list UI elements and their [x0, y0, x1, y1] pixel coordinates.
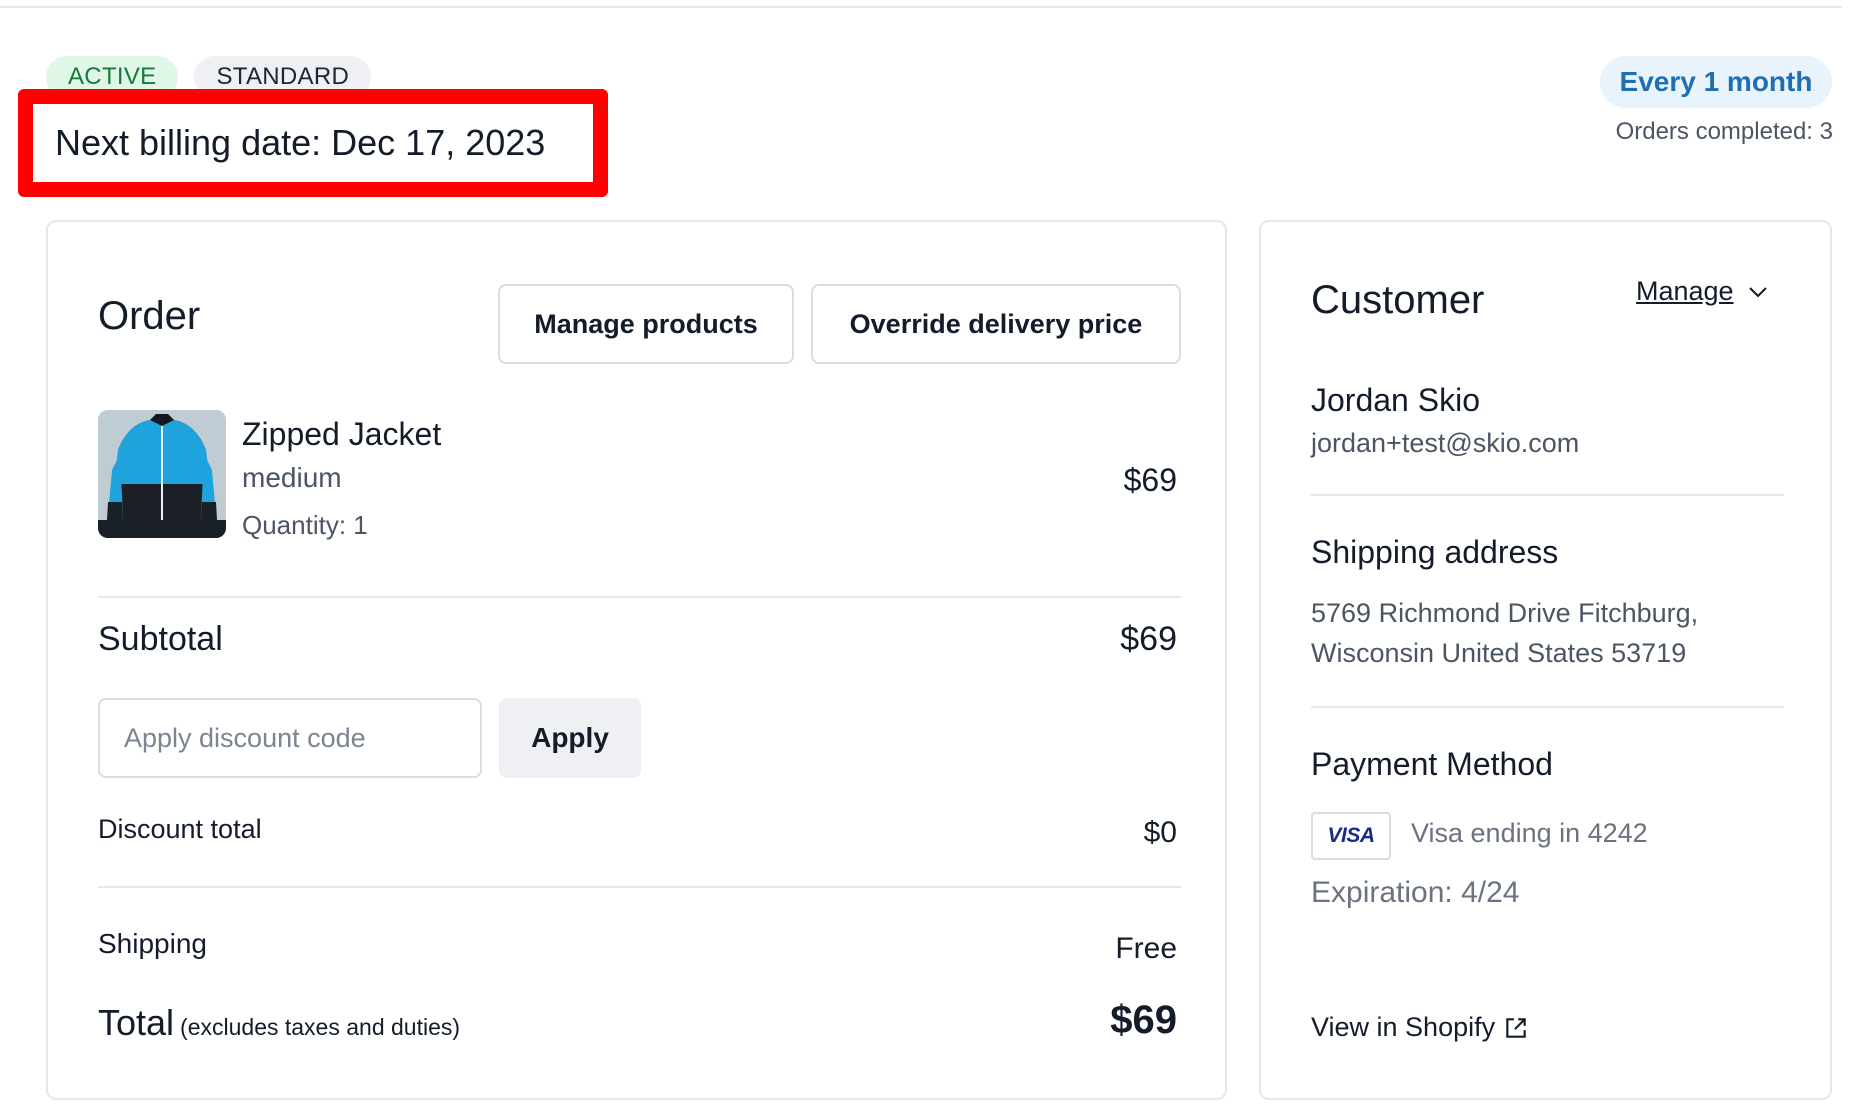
- visa-card-icon: VISA: [1311, 812, 1391, 860]
- customer-email: jordan+test@skio.com: [1311, 428, 1580, 458]
- subtotal-label: Subtotal: [98, 620, 223, 658]
- product-quantity: Quantity: 1: [242, 510, 368, 540]
- external-link-icon: [1506, 1017, 1526, 1038]
- view-in-shopify-label: View in Shopify: [1311, 1012, 1496, 1042]
- address-line-2: Wisconsin United States 53719: [1311, 638, 1687, 668]
- shipping-label: Shipping: [98, 928, 207, 959]
- manage-products-button[interactable]: Manage products: [498, 284, 794, 364]
- product-image: [98, 410, 226, 538]
- discount-total-label: Discount total: [98, 814, 262, 844]
- product-variant: medium: [242, 462, 342, 493]
- divider: [1311, 706, 1784, 708]
- customer-name: Jordan Skio: [1311, 382, 1480, 418]
- view-in-shopify-link[interactable]: View in Shopify: [1311, 1012, 1529, 1043]
- divider: [98, 886, 1181, 888]
- shipping-value: Free: [1115, 932, 1177, 965]
- override-delivery-price-button[interactable]: Override delivery price: [811, 284, 1181, 364]
- total-label-text: Total: [98, 1002, 175, 1043]
- divider: [98, 596, 1181, 598]
- discount-total-value: $0: [1143, 816, 1177, 849]
- order-title: Order: [98, 294, 201, 338]
- payment-method-title: Payment Method: [1311, 746, 1553, 782]
- frequency-badge[interactable]: Every 1 month: [1600, 56, 1832, 108]
- total-value: $69: [1110, 998, 1177, 1042]
- shipping-address-title: Shipping address: [1311, 534, 1559, 570]
- apply-discount-button[interactable]: Apply: [499, 698, 641, 778]
- next-billing-date: Next billing date: Dec 17, 2023: [55, 122, 546, 163]
- card-expiration: Expiration: 4/24: [1311, 876, 1520, 909]
- order-card: Order Manage products Override delivery …: [46, 220, 1227, 1100]
- total-label: Total (excludes taxes and duties): [98, 1002, 460, 1044]
- product-price: $69: [1123, 462, 1177, 498]
- orders-completed: Orders completed: 3: [1615, 118, 1833, 145]
- product-name[interactable]: Zipped Jacket: [242, 416, 441, 453]
- jacket-photo-icon: [98, 410, 226, 538]
- divider: [1311, 494, 1784, 496]
- customer-card: Customer Manage Jordan Skio jordan+test@…: [1259, 220, 1832, 1100]
- customer-title: Customer: [1311, 278, 1485, 322]
- manage-dropdown[interactable]: Manage: [1636, 276, 1770, 307]
- subtotal-value: $69: [1120, 620, 1177, 658]
- card-ending: Visa ending in 4242: [1411, 818, 1648, 848]
- top-divider: [0, 6, 1842, 8]
- chevron-down-icon: [1748, 286, 1767, 297]
- discount-code-input[interactable]: [98, 698, 482, 778]
- address-line-1: 5769 Richmond Drive Fitchburg,: [1311, 598, 1699, 628]
- manage-label: Manage: [1636, 276, 1734, 306]
- total-note: (excludes taxes and duties): [180, 1014, 461, 1040]
